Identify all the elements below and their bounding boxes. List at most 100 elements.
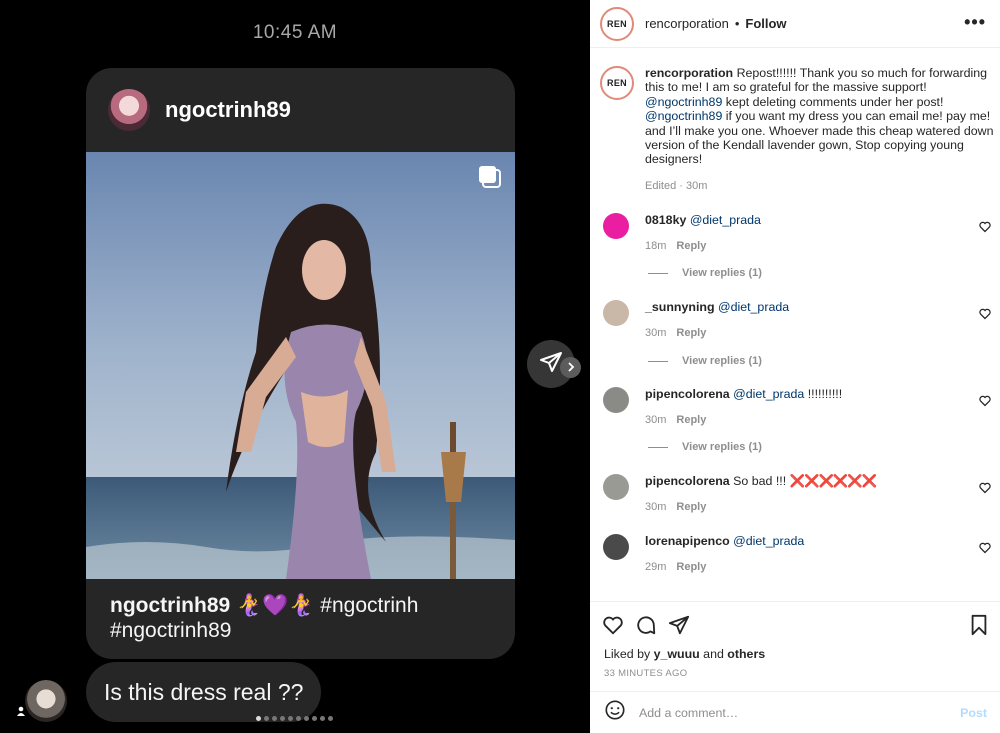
liked-by-user[interactable]: y_wuuu [654, 647, 700, 661]
comment-body: So bad !!! [729, 474, 790, 488]
comment-time: 29m [645, 561, 667, 573]
shared-post-photo[interactable] [86, 152, 515, 579]
comment-body: !!!!!!!!!! [804, 387, 843, 401]
caption-text: rencorporation Repost!!!!!! Thank you so… [645, 66, 995, 167]
author-username[interactable]: rencorporation [645, 16, 729, 31]
liked-by-others[interactable]: others [727, 647, 765, 661]
add-comment-bar: Add a comment… Post [590, 691, 1000, 733]
carousel-dot [312, 716, 317, 721]
heart-icon[interactable] [979, 220, 991, 238]
carousel-dots [256, 716, 333, 721]
comment-text: pipencolorena So bad !!! ❌❌❌❌❌❌ [645, 474, 878, 489]
add-comment-input[interactable]: Add a comment… [639, 706, 960, 720]
paper-plane-icon[interactable] [668, 614, 690, 641]
heart-icon[interactable] [602, 614, 624, 641]
mention-link[interactable]: @diet_prada [733, 387, 804, 401]
comment-text: lorenapipenco @diet_prada [645, 534, 804, 548]
next-button[interactable] [560, 357, 581, 378]
caption-username[interactable]: ngoctrinh89 [110, 594, 230, 617]
comment-username[interactable]: pipencolorena [645, 387, 730, 401]
carousel-dot [320, 716, 325, 721]
view-replies-label: View replies (1) [682, 441, 762, 453]
bookmark-icon[interactable] [968, 614, 990, 641]
mention-link[interactable]: @ngoctrinh89 [645, 109, 722, 123]
comment-avatar[interactable] [603, 387, 629, 413]
heart-icon[interactable] [979, 394, 991, 412]
shared-post-caption: ngoctrinh89 🧜‍♀️💜🧜‍♀️ #ngoctrinh #ngoctr… [110, 593, 500, 643]
reply-button[interactable]: Reply [676, 501, 706, 513]
liked-mid: and [699, 647, 728, 661]
comment-meta: 30m Reply [645, 414, 716, 426]
post-comment-button[interactable]: Post [960, 706, 987, 720]
reply-button[interactable]: Reply [676, 414, 706, 426]
message-timestamp: 10:45 AM [252, 22, 338, 43]
comment-text: _sunnyning @diet_prada [645, 300, 789, 314]
heart-icon[interactable] [979, 541, 991, 559]
mention-link[interactable]: @ngoctrinh89 [645, 95, 722, 109]
comment-text: 0818ky @diet_prada [645, 213, 761, 227]
reply-button[interactable]: Reply [676, 561, 706, 573]
comment-time: 18m [645, 240, 667, 252]
caption-avatar[interactable]: REN [600, 66, 634, 100]
carousel-dot [280, 716, 285, 721]
comment-time: 30m [645, 327, 667, 339]
person-icon [16, 706, 26, 719]
comment-avatar[interactable] [603, 534, 629, 560]
comment-username[interactable]: pipencolorena [645, 474, 730, 488]
separator-dot: • [734, 16, 740, 31]
comment-username[interactable]: _sunnyning [645, 300, 715, 314]
shared-post-card[interactable]: ngoctrinh89 [86, 68, 515, 659]
shared-post-header[interactable]: ngoctrinh89 [86, 68, 515, 152]
reply-button[interactable]: Reply [676, 240, 706, 252]
author-avatar[interactable]: REN [600, 6, 634, 41]
comment-avatar[interactable] [603, 300, 629, 326]
comment-username[interactable]: lorenapipenco [645, 534, 730, 548]
mention-link[interactable]: @diet_prada [718, 300, 789, 314]
post-timestamp: 33 MINUTES AGO [604, 668, 688, 679]
carousel-dot [288, 716, 293, 721]
comments-area[interactable]: REN rencorporation Repost!!!!!! Thank yo… [590, 48, 1000, 601]
comment-avatar[interactable] [603, 474, 629, 500]
comment-avatar[interactable] [603, 213, 629, 239]
view-replies-button[interactable]: View replies (1) [648, 267, 762, 279]
dm-thread: 10:45 AM ngoctrinh89 [0, 0, 590, 733]
multiple-images-icon [477, 164, 503, 190]
carousel-dot [296, 716, 301, 721]
post-header: REN rencorporation • Follow ••• [590, 0, 1000, 48]
comment-text: pipencolorena @diet_prada !!!!!!!!!! [645, 387, 842, 401]
caption-meta: Edited · 30m [645, 180, 708, 192]
shared-post-avatar[interactable] [108, 89, 150, 131]
carousel-dot [264, 716, 269, 721]
reply-button[interactable]: Reply [676, 327, 706, 339]
caption-username[interactable]: rencorporation [645, 66, 733, 80]
comment-icon[interactable] [635, 614, 657, 641]
comment-username[interactable]: 0818ky [645, 213, 686, 227]
comment-meta: 30m Reply [645, 501, 716, 513]
view-replies-label: View replies (1) [682, 355, 762, 367]
comment-time: 30m [645, 414, 667, 426]
comment-meta: 29m Reply [645, 561, 716, 573]
view-replies-button[interactable]: View replies (1) [648, 355, 762, 367]
view-replies-button[interactable]: View replies (1) [648, 441, 762, 453]
mention-link[interactable]: @diet_prada [733, 534, 804, 548]
caption-segment: kept deleting comments under her post! [722, 94, 944, 109]
follow-button[interactable]: Follow [745, 16, 786, 31]
heart-icon[interactable] [979, 481, 991, 499]
carousel-dot [328, 716, 333, 721]
mention-link[interactable]: @diet_prada [690, 213, 761, 227]
carousel-dot [272, 716, 277, 721]
message-bubble[interactable]: Is this dress real ?? [86, 662, 322, 722]
sender-avatar[interactable] [25, 680, 67, 722]
emoji-icon[interactable] [604, 699, 626, 726]
comment-time: 30m [645, 501, 667, 513]
post-panel: REN rencorporation • Follow ••• REN renc… [590, 0, 1000, 733]
cross-mark-emojis: ❌❌❌❌❌❌ [789, 474, 878, 488]
chevron-right-icon [566, 359, 576, 377]
post-actions: Liked by y_wuuu and others 33 MINUTES AG… [590, 601, 1000, 691]
shared-post-username[interactable]: ngoctrinh89 [165, 97, 291, 123]
heart-icon[interactable] [979, 307, 991, 325]
more-options-icon[interactable]: ••• [964, 12, 986, 33]
carousel-dot [304, 716, 309, 721]
avatar-text: REN [607, 78, 627, 88]
liked-prefix: Liked by [604, 647, 654, 661]
